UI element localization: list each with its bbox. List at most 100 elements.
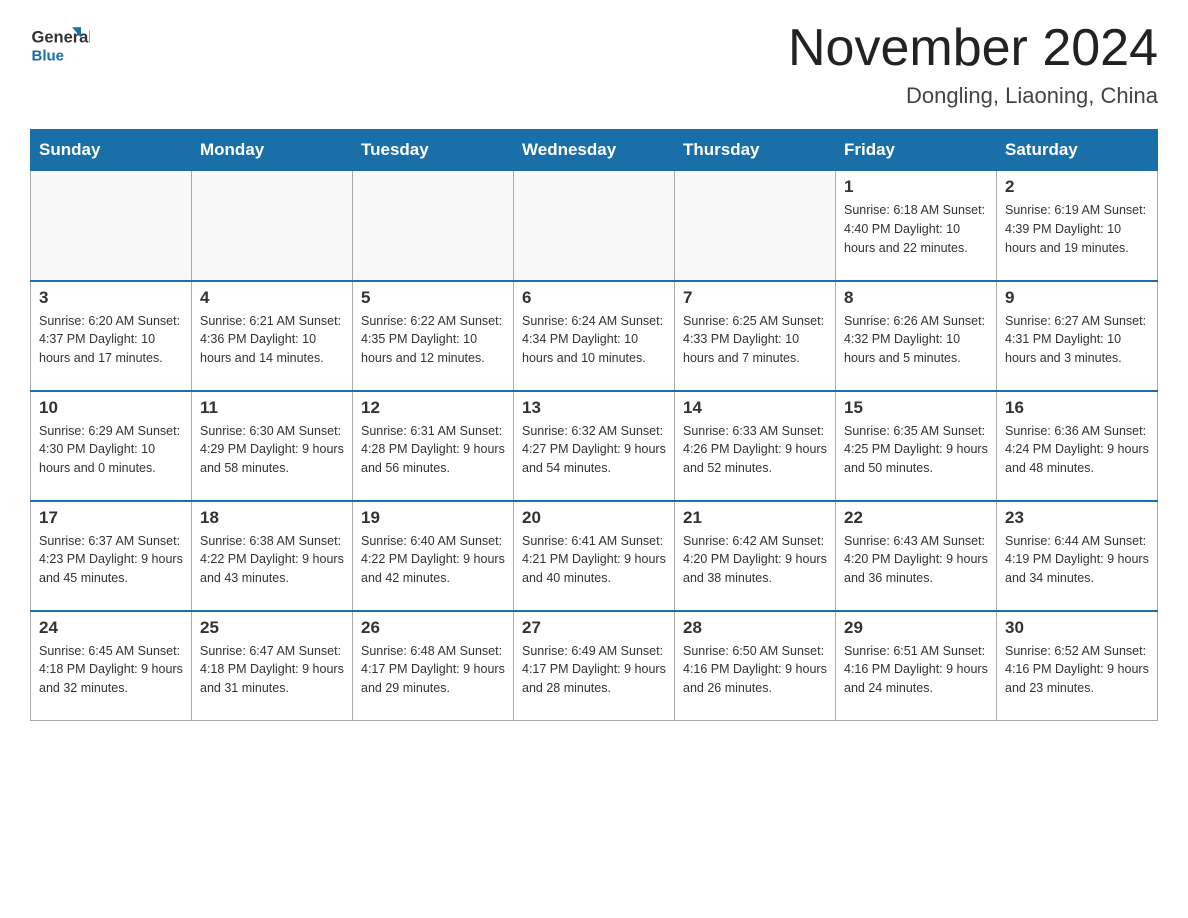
table-row: 5Sunrise: 6:22 AM Sunset: 4:35 PM Daylig…	[353, 281, 514, 391]
table-row	[675, 171, 836, 281]
table-row	[353, 171, 514, 281]
day-number: 21	[683, 508, 827, 528]
day-number: 11	[200, 398, 344, 418]
day-number: 2	[1005, 177, 1149, 197]
table-row	[514, 171, 675, 281]
day-number: 20	[522, 508, 666, 528]
day-number: 8	[844, 288, 988, 308]
day-info: Sunrise: 6:22 AM Sunset: 4:35 PM Dayligh…	[361, 312, 505, 368]
header-wednesday: Wednesday	[514, 130, 675, 171]
day-number: 23	[1005, 508, 1149, 528]
table-row: 4 Sunrise: 6:21 AM Sunset: 4:36 PM Daylig…	[192, 281, 353, 391]
day-info: Sunrise: 6:36 AM Sunset: 4:24 PM Dayligh…	[1005, 422, 1149, 478]
table-row: 8Sunrise: 6:26 AM Sunset: 4:32 PM Daylig…	[836, 281, 997, 391]
table-row: 9 Sunrise: 6:27 AM Sunset: 4:31 PM Daylig…	[997, 281, 1158, 391]
table-row: 25Sunrise: 6:47 AM Sunset: 4:18 PM Dayli…	[192, 611, 353, 721]
table-row: 13 Sunrise: 6:32 AM Sunset: 4:27 PM Dayli…	[514, 391, 675, 501]
day-number: 12	[361, 398, 505, 418]
day-number: 25	[200, 618, 344, 638]
table-row: 10 Sunrise: 6:29 AM Sunset: 4:30 PM Dayli…	[31, 391, 192, 501]
calendar-week-row: 3 Sunrise: 6:20 AM Sunset: 4:37 PM Daylig…	[31, 281, 1158, 391]
day-info: Sunrise: 6:35 AM Sunset: 4:25 PM Dayligh…	[844, 422, 988, 478]
table-row: 21 Sunrise: 6:42 AM Sunset: 4:20 PM Dayli…	[675, 501, 836, 611]
day-info: Sunrise: 6:42 AM Sunset: 4:20 PM Dayligh…	[683, 532, 827, 588]
day-number: 29	[844, 618, 988, 638]
day-info: Sunrise: 6:49 AM Sunset: 4:17 PM Dayligh…	[522, 642, 666, 698]
table-row: 15 Sunrise: 6:35 AM Sunset: 4:25 PM Dayli…	[836, 391, 997, 501]
day-info: Sunrise: 6:27 AM Sunset: 4:31 PM Dayligh…	[1005, 312, 1149, 368]
svg-text:General: General	[32, 28, 91, 46]
day-info: Sunrise: 6:18 AM Sunset: 4:40 PM Dayligh…	[844, 201, 988, 257]
header-saturday: Saturday	[997, 130, 1158, 171]
table-row: 7 Sunrise: 6:25 AM Sunset: 4:33 PM Daylig…	[675, 281, 836, 391]
day-number: 13	[522, 398, 666, 418]
table-row: 6Sunrise: 6:24 AM Sunset: 4:34 PM Daylig…	[514, 281, 675, 391]
table-row: 16 Sunrise: 6:36 AM Sunset: 4:24 PM Dayli…	[997, 391, 1158, 501]
day-number: 7	[683, 288, 827, 308]
day-info: Sunrise: 6:33 AM Sunset: 4:26 PM Dayligh…	[683, 422, 827, 478]
day-number: 4	[200, 288, 344, 308]
day-number: 26	[361, 618, 505, 638]
day-info: Sunrise: 6:51 AM Sunset: 4:16 PM Dayligh…	[844, 642, 988, 698]
day-info: Sunrise: 6:50 AM Sunset: 4:16 PM Dayligh…	[683, 642, 827, 698]
day-number: 10	[39, 398, 183, 418]
table-row: 24Sunrise: 6:45 AM Sunset: 4:18 PM Dayli…	[31, 611, 192, 721]
logo: General Blue	[30, 20, 90, 75]
day-info: Sunrise: 6:48 AM Sunset: 4:17 PM Dayligh…	[361, 642, 505, 698]
page-header: General Blue November 2024 Dongling, Lia…	[30, 20, 1158, 109]
table-row: 1 Sunrise: 6:18 AM Sunset: 4:40 PM Daylig…	[836, 171, 997, 281]
svg-text:Blue: Blue	[32, 47, 65, 64]
table-row: 29 Sunrise: 6:51 AM Sunset: 4:16 PM Dayli…	[836, 611, 997, 721]
day-info: Sunrise: 6:21 AM Sunset: 4:36 PM Dayligh…	[200, 312, 344, 368]
day-number: 24	[39, 618, 183, 638]
table-row: 12 Sunrise: 6:31 AM Sunset: 4:28 PM Dayli…	[353, 391, 514, 501]
table-row: 27 Sunrise: 6:49 AM Sunset: 4:17 PM Dayli…	[514, 611, 675, 721]
table-row	[31, 171, 192, 281]
table-row: 3 Sunrise: 6:20 AM Sunset: 4:37 PM Daylig…	[31, 281, 192, 391]
day-number: 15	[844, 398, 988, 418]
table-row: 19 Sunrise: 6:40 AM Sunset: 4:22 PM Dayli…	[353, 501, 514, 611]
title-block: November 2024 Dongling, Liaoning, China	[788, 20, 1158, 109]
header-sunday: Sunday	[31, 130, 192, 171]
logo-icon: General Blue	[30, 20, 90, 75]
day-info: Sunrise: 6:37 AM Sunset: 4:23 PM Dayligh…	[39, 532, 183, 588]
table-row: 26 Sunrise: 6:48 AM Sunset: 4:17 PM Dayli…	[353, 611, 514, 721]
day-info: Sunrise: 6:32 AM Sunset: 4:27 PM Dayligh…	[522, 422, 666, 478]
day-info: Sunrise: 6:43 AM Sunset: 4:20 PM Dayligh…	[844, 532, 988, 588]
day-number: 14	[683, 398, 827, 418]
day-info: Sunrise: 6:20 AM Sunset: 4:37 PM Dayligh…	[39, 312, 183, 368]
day-number: 1	[844, 177, 988, 197]
day-number: 28	[683, 618, 827, 638]
table-row: 2Sunrise: 6:19 AM Sunset: 4:39 PM Daylig…	[997, 171, 1158, 281]
day-number: 27	[522, 618, 666, 638]
day-info: Sunrise: 6:25 AM Sunset: 4:33 PM Dayligh…	[683, 312, 827, 368]
table-row: 28 Sunrise: 6:50 AM Sunset: 4:16 PM Dayli…	[675, 611, 836, 721]
day-info: Sunrise: 6:44 AM Sunset: 4:19 PM Dayligh…	[1005, 532, 1149, 588]
day-number: 19	[361, 508, 505, 528]
day-info: Sunrise: 6:30 AM Sunset: 4:29 PM Dayligh…	[200, 422, 344, 478]
table-row: 11 Sunrise: 6:30 AM Sunset: 4:29 PM Dayli…	[192, 391, 353, 501]
day-info: Sunrise: 6:38 AM Sunset: 4:22 PM Dayligh…	[200, 532, 344, 588]
table-row	[192, 171, 353, 281]
header-monday: Monday	[192, 130, 353, 171]
table-row: 18 Sunrise: 6:38 AM Sunset: 4:22 PM Dayli…	[192, 501, 353, 611]
day-info: Sunrise: 6:29 AM Sunset: 4:30 PM Dayligh…	[39, 422, 183, 478]
header-tuesday: Tuesday	[353, 130, 514, 171]
day-number: 6	[522, 288, 666, 308]
header-thursday: Thursday	[675, 130, 836, 171]
table-row: 22Sunrise: 6:43 AM Sunset: 4:20 PM Dayli…	[836, 501, 997, 611]
day-info: Sunrise: 6:40 AM Sunset: 4:22 PM Dayligh…	[361, 532, 505, 588]
header-friday: Friday	[836, 130, 997, 171]
table-row: 17 Sunrise: 6:37 AM Sunset: 4:23 PM Dayli…	[31, 501, 192, 611]
day-info: Sunrise: 6:41 AM Sunset: 4:21 PM Dayligh…	[522, 532, 666, 588]
day-info: Sunrise: 6:52 AM Sunset: 4:16 PM Dayligh…	[1005, 642, 1149, 698]
day-number: 16	[1005, 398, 1149, 418]
location-title: Dongling, Liaoning, China	[788, 83, 1158, 109]
table-row: 20 Sunrise: 6:41 AM Sunset: 4:21 PM Dayli…	[514, 501, 675, 611]
day-number: 9	[1005, 288, 1149, 308]
day-number: 18	[200, 508, 344, 528]
day-info: Sunrise: 6:31 AM Sunset: 4:28 PM Dayligh…	[361, 422, 505, 478]
day-number: 3	[39, 288, 183, 308]
day-number: 17	[39, 508, 183, 528]
calendar-week-row: 10 Sunrise: 6:29 AM Sunset: 4:30 PM Dayli…	[31, 391, 1158, 501]
